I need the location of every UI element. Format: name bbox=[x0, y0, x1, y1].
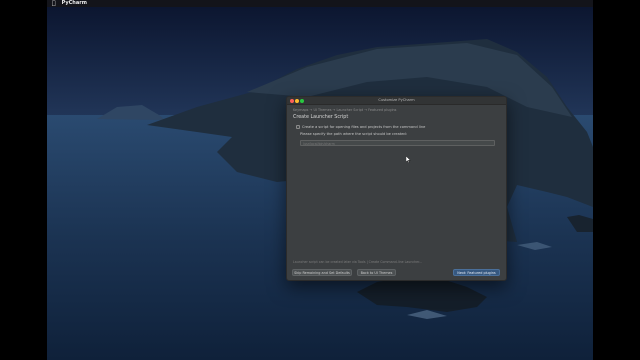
apple-menu-icon[interactable]:  bbox=[52, 0, 56, 7]
next-button[interactable]: Next: Featured plugins bbox=[453, 269, 500, 276]
create-script-label[interactable]: Create a script for opening files and pr… bbox=[302, 125, 425, 129]
create-script-option[interactable]: Create a script for opening files and pr… bbox=[296, 125, 425, 129]
path-instruction: Please specify the path where the script… bbox=[300, 132, 407, 136]
customize-dialog: Customize PyCharm Keymaps → UI Themes → … bbox=[286, 96, 507, 281]
breadcrumb: Keymaps → UI Themes → Launcher Script → … bbox=[293, 108, 397, 112]
page-title: Create Launcher Script bbox=[293, 115, 349, 120]
mouse-pointer-icon bbox=[406, 156, 411, 163]
launcher-footnote: Launcher script can be created later via… bbox=[293, 260, 423, 264]
dialog-titlebar[interactable]: Customize PyCharm bbox=[287, 97, 506, 105]
script-path-input[interactable]: /usr/local/bin/charm bbox=[300, 140, 495, 146]
window-title: Customize PyCharm bbox=[378, 98, 415, 102]
desktop:  PyCharm Customize PyCharm Keymaps → UI… bbox=[47, 0, 593, 360]
menu-bar:  PyCharm bbox=[47, 0, 593, 7]
menu-app-name[interactable]: PyCharm bbox=[62, 0, 87, 7]
back-button[interactable]: Back to UI Themes bbox=[357, 269, 396, 276]
skip-remaining-button[interactable]: Skip Remaining and Set Defaults bbox=[292, 269, 352, 276]
create-script-checkbox[interactable] bbox=[296, 125, 300, 129]
